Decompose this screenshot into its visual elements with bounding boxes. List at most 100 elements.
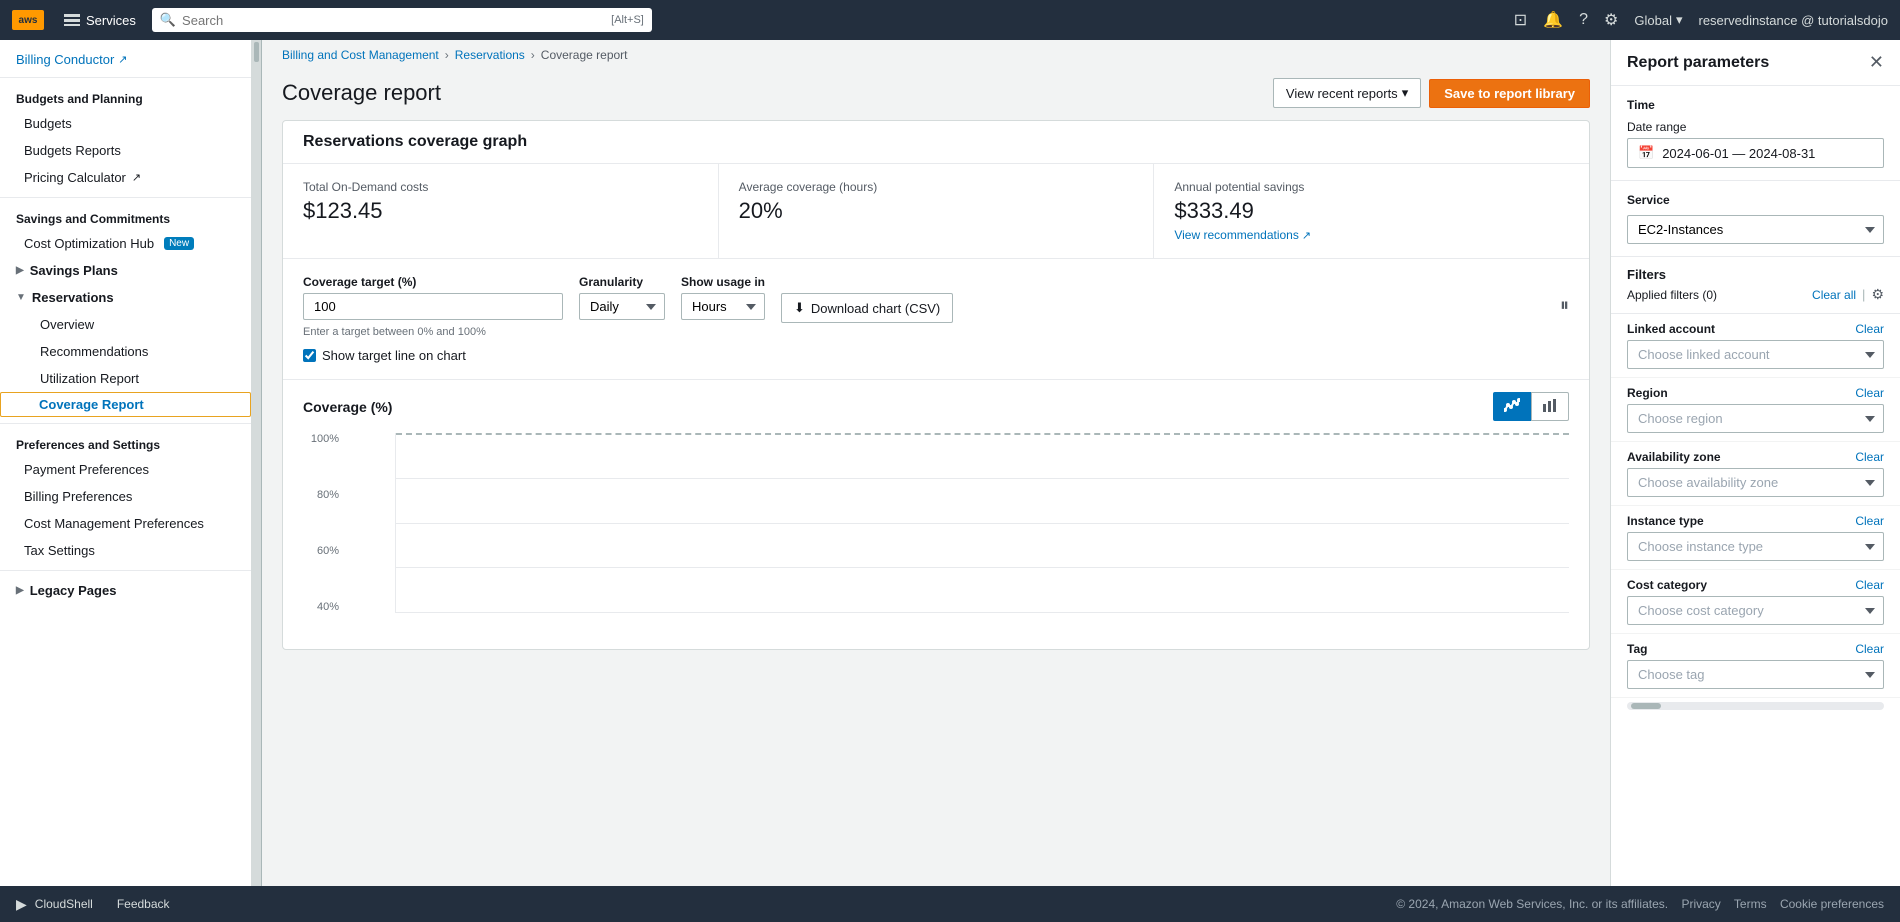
show-usage-select[interactable]: Hours Cost	[681, 293, 765, 320]
region-select[interactable]: Choose region	[1627, 404, 1884, 433]
sidebar-item-billing-preferences[interactable]: Billing Preferences	[0, 483, 251, 510]
linked-account-select-wrapper: Choose linked account	[1627, 340, 1884, 369]
bar-chart-toggle[interactable]	[1531, 392, 1569, 421]
sidebar-item-legacy-pages[interactable]: ▶ Legacy Pages	[0, 577, 251, 604]
sidebar-item-reservations[interactable]: ▼ Reservations	[0, 284, 251, 311]
cloud-monitor-icon[interactable]: ⊡	[1514, 10, 1527, 30]
help-icon[interactable]: ?	[1579, 11, 1588, 29]
chart-y-axis: 100% 80% 60% 40%	[303, 433, 347, 633]
service-select[interactable]: EC2-Instances	[1627, 215, 1884, 244]
breadcrumb-reservations[interactable]: Reservations	[455, 48, 525, 62]
sidebar-item-cost-management-preferences[interactable]: Cost Management Preferences	[0, 510, 251, 537]
right-panel-title: Report parameters	[1627, 54, 1769, 72]
tag-select-wrapper: Choose tag	[1627, 660, 1884, 689]
filter-item-header-az: Availability zone Clear	[1627, 450, 1884, 464]
clear-all-link[interactable]: Clear all	[1812, 288, 1856, 302]
cookie-preferences-link[interactable]: Cookie preferences	[1780, 897, 1884, 911]
billing-conductor-label: Billing Conductor	[16, 52, 114, 67]
granularity-group: Granularity Daily Monthly	[579, 275, 665, 320]
chart-header: Coverage (%)	[283, 380, 1589, 433]
filter-settings-icon[interactable]: ⚙	[1871, 286, 1884, 303]
service-select-wrapper: EC2-Instances	[1627, 215, 1884, 244]
line-chart-toggle[interactable]	[1493, 392, 1531, 421]
terms-link[interactable]: Terms	[1734, 897, 1767, 911]
billing-conductor-link[interactable]: Billing Conductor ↗	[0, 44, 251, 71]
coverage-target-input[interactable]	[303, 293, 563, 320]
instance-type-select[interactable]: Choose instance type	[1627, 532, 1884, 561]
sidebar-item-pricing-calculator[interactable]: Pricing Calculator ↗	[0, 164, 251, 191]
search-icon: 🔍	[160, 12, 176, 28]
download-csv-button[interactable]: ⬇ Download chart (CSV)	[781, 293, 953, 323]
view-recent-reports-button[interactable]: View recent reports ▾	[1273, 78, 1421, 108]
filters-header: Filters Applied filters (0) Clear all | …	[1611, 257, 1900, 314]
cost-category-select[interactable]: Choose cost category	[1627, 596, 1884, 625]
nav-right: ⊡ 🔔 ? ⚙ Global ▾ reservedinstance @ tuto…	[1514, 10, 1888, 30]
cost-category-clear[interactable]: Clear	[1855, 578, 1884, 592]
sidebar-item-tax-settings[interactable]: Tax Settings	[0, 537, 251, 564]
pipe-separator: |	[1862, 287, 1865, 302]
controls-row: Coverage target (%) Enter a target betwe…	[283, 259, 1589, 380]
services-menu[interactable]: Services	[56, 9, 144, 32]
content-area: Billing and Cost Management › Reservatio…	[262, 40, 1610, 886]
sidebar-item-recommendations[interactable]: Recommendations	[0, 338, 251, 365]
region-selector[interactable]: Global ▾	[1634, 12, 1682, 28]
sidebar-item-budgets[interactable]: Budgets	[0, 110, 251, 137]
linked-account-clear[interactable]: Clear	[1855, 322, 1884, 336]
search-bar[interactable]: 🔍 [Alt+S]	[152, 8, 652, 32]
stat-avg-coverage: Average coverage (hours) 20%	[719, 164, 1155, 258]
stat-value-on-demand: $123.45	[303, 198, 698, 224]
filter-item-header-cost-category: Cost category Clear	[1627, 578, 1884, 592]
granularity-select[interactable]: Daily Monthly	[579, 293, 665, 320]
breadcrumb-billing[interactable]: Billing and Cost Management	[282, 48, 439, 62]
az-select[interactable]: Choose availability zone	[1627, 468, 1884, 497]
calendar-icon: 📅	[1638, 145, 1654, 161]
settings-icon[interactable]: ⚙	[1604, 10, 1618, 30]
stat-value-annual-savings: $333.49	[1174, 198, 1569, 224]
tag-clear[interactable]: Clear	[1855, 642, 1884, 656]
sidebar-item-budgets-reports[interactable]: Budgets Reports	[0, 137, 251, 164]
save-to-library-button[interactable]: Save to report library	[1429, 79, 1590, 108]
aws-logo: aws	[12, 10, 44, 30]
chart-area: 100% 80% 60% 40%	[283, 433, 1589, 649]
new-badge: New	[164, 237, 194, 250]
sidebar-item-overview[interactable]: Overview	[0, 311, 251, 338]
coverage-target-hint: Enter a target between 0% and 100%	[303, 326, 563, 338]
privacy-link[interactable]: Privacy	[1681, 897, 1720, 911]
y-label-80: 80%	[303, 489, 339, 501]
breadcrumb-sep-2: ›	[531, 48, 535, 62]
notification-bell-icon[interactable]: 🔔	[1543, 10, 1563, 30]
cloudshell-icon: ▶	[16, 896, 27, 913]
view-recommendations-link[interactable]: View recommendations ↗	[1174, 228, 1569, 242]
show-target-line-checkbox[interactable]	[303, 349, 316, 362]
search-input[interactable]	[182, 13, 605, 28]
date-range-picker[interactable]: 📅 2024-06-01 — 2024-08-31	[1627, 138, 1884, 168]
region-clear[interactable]: Clear	[1855, 386, 1884, 400]
feedback-label[interactable]: Feedback	[117, 897, 170, 911]
cloudshell-button[interactable]: ▶ CloudShell Feedback	[16, 896, 170, 913]
user-menu[interactable]: reservedinstance @ tutorialsdojo	[1698, 13, 1888, 28]
top-navigation: aws Services 🔍 [Alt+S] ⊡ 🔔 ? ⚙ Global ▾ …	[0, 0, 1900, 40]
sidebar-item-coverage-report[interactable]: Coverage Report	[0, 392, 251, 417]
sidebar-item-savings-plans[interactable]: ▶ Savings Plans	[0, 257, 251, 284]
az-clear[interactable]: Clear	[1855, 450, 1884, 464]
page-title: Coverage report	[282, 80, 441, 106]
search-shortcut: [Alt+S]	[611, 14, 644, 26]
card-title: Reservations coverage graph	[303, 133, 527, 150]
linked-account-select[interactable]: Choose linked account	[1627, 340, 1884, 369]
bottom-bar: ▶ CloudShell Feedback © 2024, Amazon Web…	[0, 886, 1900, 922]
y-label-60: 60%	[303, 545, 339, 557]
close-panel-button[interactable]: ✕	[1869, 52, 1884, 73]
show-usage-group: Show usage in Hours Cost	[681, 275, 765, 320]
filter-item-header-linked-account: Linked account Clear	[1627, 322, 1884, 336]
page-actions: View recent reports ▾ Save to report lib…	[1273, 78, 1590, 108]
instance-type-clear[interactable]: Clear	[1855, 514, 1884, 528]
sidebar-item-payment-preferences[interactable]: Payment Preferences	[0, 456, 251, 483]
sidebar-item-utilization-report[interactable]: Utilization Report	[0, 365, 251, 392]
budgets-section-title: Budgets and Planning	[0, 84, 251, 110]
panel-toggle-button[interactable]: ⏸	[1560, 295, 1569, 316]
sidebar-item-cost-optimization[interactable]: Cost Optimization Hub New	[0, 230, 251, 257]
tag-label: Tag	[1627, 642, 1647, 656]
tag-select[interactable]: Choose tag	[1627, 660, 1884, 689]
filter-actions: Clear all | ⚙	[1812, 286, 1884, 303]
cloudshell-label: CloudShell	[35, 897, 93, 911]
